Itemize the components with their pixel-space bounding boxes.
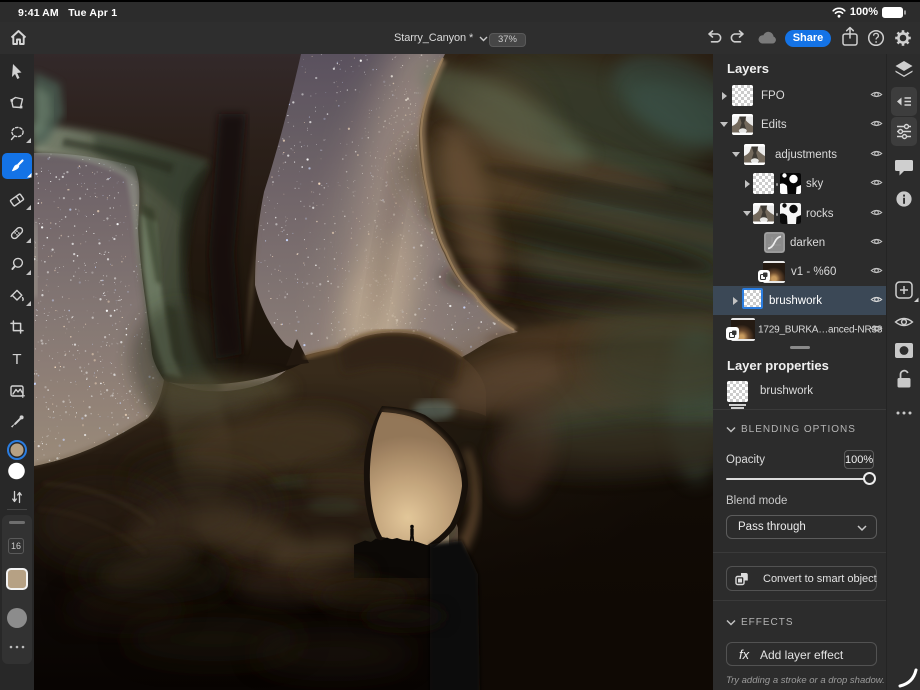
svg-text:T: T [12,351,21,368]
